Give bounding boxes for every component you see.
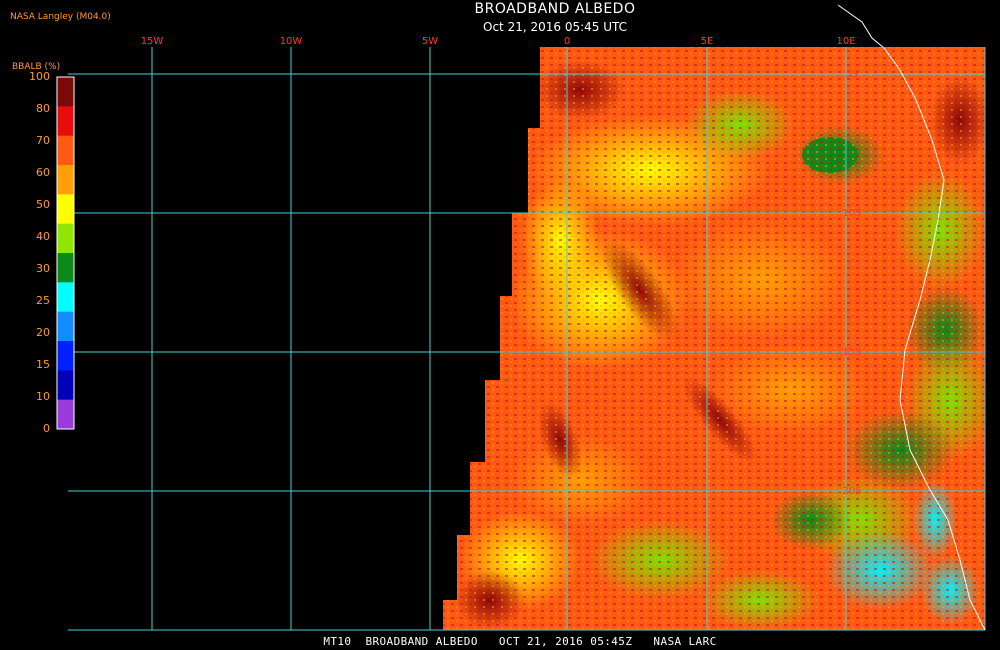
colorbar-segment [57, 106, 74, 137]
colorbar-segment [57, 135, 74, 166]
colorbar-label: 100 [29, 70, 50, 83]
colorbar [56, 76, 75, 430]
colorbar-segment [57, 77, 74, 107]
lat-label: 20S [842, 486, 861, 497]
colorbar-segment [57, 223, 74, 254]
lon-label: 5E [701, 36, 714, 47]
map-title: BROADBAND ALBEDO [474, 1, 636, 17]
colorbar-label: 15 [36, 358, 50, 371]
colorbar-label: 20 [36, 326, 50, 339]
colorbar-segment [57, 399, 74, 430]
lon-label: 0 [564, 36, 570, 47]
colorbar-label: 50 [36, 198, 50, 211]
lon-label: 10E [836, 36, 855, 47]
lon-label: 5W [422, 36, 438, 47]
colorbar-label: 0 [43, 422, 50, 435]
albedo-map: 15W 10W 5W 0 5E 10E 5S 10S 15S 20S [56, 4, 986, 631]
lon-label: 15W [141, 36, 164, 47]
credit-label: NASA Langley (M04.0) [10, 12, 111, 22]
footer-caption: MT10 BROADBAND ALBEDO OCT 21, 2016 05:45… [323, 635, 717, 648]
colorbar-label: 30 [36, 262, 50, 275]
map-datetime: Oct 21, 2016 05:45 UTC [483, 20, 627, 34]
colorbar-segment [57, 194, 74, 225]
lon-label: 10W [280, 36, 303, 47]
colorbar-label: 80 [36, 102, 50, 115]
colorbar-segment [57, 341, 74, 371]
colorbar-segment [57, 253, 74, 283]
colorbar-label: 70 [36, 134, 50, 147]
albedo-image [443, 47, 985, 630]
colorbar-segment [57, 282, 74, 313]
colorbar-label: 60 [36, 166, 50, 179]
lat-label: 10S [842, 208, 861, 219]
colorbar-label: 10 [36, 390, 50, 403]
colorbar-label: 40 [36, 230, 50, 243]
colorbar-segment [57, 370, 74, 401]
colorbar-segment [57, 311, 74, 342]
colorbar-label: 25 [36, 294, 50, 307]
lat-label: 5S [846, 69, 859, 80]
colorbar-segment [57, 165, 74, 195]
lat-label: 15S [842, 347, 861, 358]
